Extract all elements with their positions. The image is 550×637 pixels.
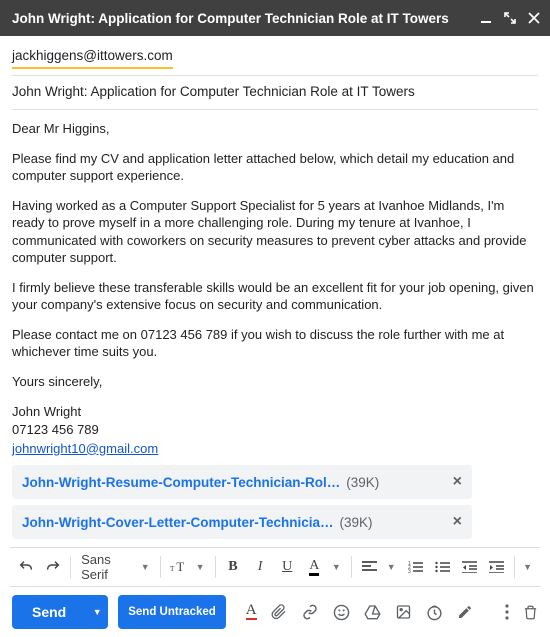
align-icon[interactable] (358, 553, 381, 581)
action-row: Send ▼ Send Untracked A (0, 587, 550, 637)
chevron-down-icon[interactable]: ▼ (194, 562, 209, 572)
signature-email: johnwright10@gmail.com (12, 440, 538, 458)
text-format-icon[interactable]: A (246, 604, 257, 621)
separator (215, 556, 216, 578)
minimize-icon[interactable] (480, 12, 492, 24)
underline-icon[interactable]: U (276, 553, 299, 581)
separator (160, 556, 161, 578)
email-body[interactable]: Dear Mr Higgins, Please find my CV and a… (12, 120, 538, 457)
indent-more-icon[interactable] (485, 553, 508, 581)
image-icon[interactable] (395, 604, 412, 620)
italic-icon[interactable]: I (248, 553, 271, 581)
separator (70, 556, 71, 578)
action-right (505, 604, 538, 621)
recipient-chip[interactable]: jackhiggens@ittowers.com (12, 44, 173, 69)
remove-attachment-icon[interactable]: × (453, 513, 462, 531)
body-paragraph: Please find my CV and application letter… (12, 150, 538, 185)
emoji-icon[interactable] (333, 604, 350, 621)
confidential-icon[interactable] (426, 604, 443, 621)
pen-icon[interactable] (457, 604, 473, 620)
attachment-size: (39K) (346, 475, 379, 490)
formatting-toolbar: Sans Serif ▼ TT ▼ B I U A ▼ ▼ 123 ▼ (10, 547, 540, 587)
action-left: Send ▼ Send Untracked A (12, 595, 473, 629)
compose-icons: A (246, 603, 473, 621)
to-field-row[interactable]: jackhiggens@ittowers.com (12, 44, 538, 69)
body-paragraph: Please contact me on 07123 456 789 if yo… (12, 326, 538, 361)
signature-name: John Wright (12, 403, 538, 421)
send-button[interactable]: Send (12, 595, 86, 629)
body-paragraph: Having worked as a Computer Support Spec… (12, 197, 538, 267)
attachment-name: John-Wright-Resume-Computer-Technician-R… (22, 475, 340, 490)
titlebar: John Wright: Application for Computer Te… (0, 0, 550, 36)
svg-text:3: 3 (408, 569, 411, 573)
remove-attachment-icon[interactable]: × (453, 473, 462, 491)
send-options-dropdown[interactable]: ▼ (86, 595, 108, 629)
more-options-icon[interactable] (505, 604, 509, 620)
bold-icon[interactable]: B (221, 553, 244, 581)
subject-field[interactable]: John Wright: Application for Computer Te… (12, 76, 538, 103)
trash-icon[interactable] (523, 604, 538, 621)
undo-icon[interactable] (14, 553, 37, 581)
body-paragraph: I firmly believe these transferable skil… (12, 279, 538, 314)
font-family-select[interactable]: Sans Serif (77, 552, 135, 582)
attachment-size: (39K) (340, 515, 373, 530)
redo-icon[interactable] (41, 553, 64, 581)
greeting: Dear Mr Higgins, (12, 120, 538, 138)
expand-icon[interactable] (504, 12, 516, 24)
signature-email-link[interactable]: johnwright10@gmail.com (12, 441, 158, 456)
svg-text:T: T (170, 565, 175, 573)
signature-phone: 07123 456 789 (12, 421, 538, 439)
drive-icon[interactable] (364, 604, 381, 620)
attach-icon[interactable] (271, 603, 287, 621)
chevron-down-icon[interactable]: ▼ (330, 562, 345, 572)
attachment-row[interactable]: John-Wright-Cover-Letter-Computer-Techni… (12, 505, 472, 539)
attachment-row[interactable]: John-Wright-Resume-Computer-Technician-R… (12, 465, 472, 499)
window-title: John Wright: Application for Computer Te… (12, 11, 449, 26)
text-color-icon[interactable]: A (303, 553, 326, 581)
attachment-name: John-Wright-Cover-Letter-Computer-Techni… (22, 515, 334, 530)
svg-text:T: T (176, 560, 184, 574)
bullet-list-icon[interactable] (431, 553, 454, 581)
numbered-list-icon[interactable]: 123 (404, 553, 427, 581)
separator (514, 556, 515, 578)
closing: Yours sincerely, (12, 373, 538, 391)
indent-less-icon[interactable] (458, 553, 481, 581)
link-icon[interactable] (301, 604, 319, 620)
close-icon[interactable] (528, 12, 540, 24)
send-untracked-button[interactable]: Send Untracked (118, 595, 226, 629)
font-size-icon[interactable]: TT (166, 553, 189, 581)
chevron-down-icon[interactable]: ▼ (385, 562, 400, 572)
more-formatting-icon[interactable]: ▼ (521, 562, 536, 572)
window-controls (480, 12, 540, 24)
separator (351, 556, 352, 578)
attachments-list: John-Wright-Resume-Computer-Technician-R… (12, 465, 538, 539)
divider (12, 109, 538, 110)
chevron-down-icon[interactable]: ▼ (139, 562, 154, 572)
compose-content: jackhiggens@ittowers.com John Wright: Ap… (0, 36, 550, 539)
